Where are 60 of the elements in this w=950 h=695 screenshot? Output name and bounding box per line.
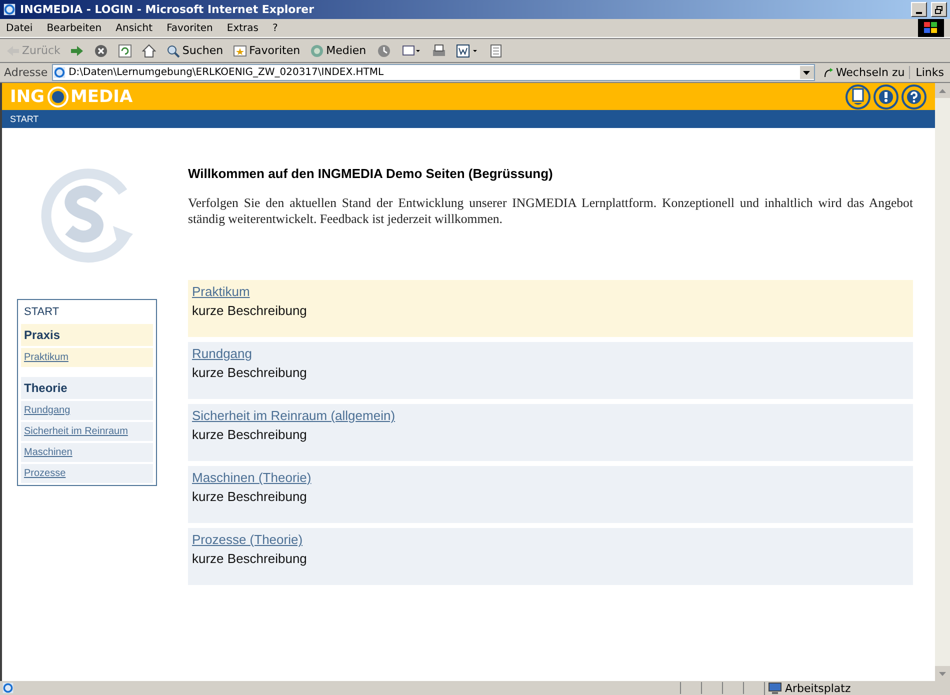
course-link[interactable]: Prozesse (Theorie) [192,532,909,547]
mail-dropdown-icon [402,44,422,58]
address-label: Adresse [4,66,48,79]
links-button[interactable]: Links [914,66,946,79]
minimize-icon [916,12,922,14]
toolbar-button[interactable]: Suchen [164,40,226,60]
intro-paragraph: Verfolgen Sie den aktuellen Stand der Entwicklung unserer INGMEDIA Lernplattform. Konzeptionell und inhaltlich wird das Angebot ständig weiterentwickelt. Feedback ist jederzeit willkommen. [188,195,913,227]
course-description: kurze Beschreibung [192,365,308,380]
minimize-button[interactable] [911,2,927,17]
sidebar-link[interactable]: Praktikum [21,348,153,367]
sidebar-link[interactable]: Sicherheit im Reinraum [21,422,153,441]
address-field[interactable]: D:\Daten\Lernumgebung\ERLKOENIG_ZW_020317\INDEX.HTML [52,64,815,81]
course-link[interactable]: Praktikum [192,284,909,299]
course-link[interactable]: Sicherheit im Reinraum (allgemein) [192,408,909,423]
forward-arrow-icon [70,44,84,56]
computer-icon [768,682,782,694]
restore-icon [935,6,943,14]
info-icon[interactable] [873,84,899,110]
menu-item[interactable]: Favoriten [166,22,213,34]
status-zone: Arbeitsplatz [785,682,851,694]
print-icon [432,44,446,58]
course-link[interactable]: Rundgang [192,346,909,361]
course-description: kurze Beschreibung [192,303,308,318]
menu-item[interactable]: Bearbeiten [46,22,102,34]
course-link[interactable]: Maschinen (Theorie) [192,470,909,485]
help-icon[interactable] [901,84,927,110]
go-button[interactable]: Wechseln zu [818,66,910,79]
ie-icon [2,682,14,694]
course-description: kurze Beschreibung [192,489,308,504]
document-icon[interactable] [845,84,871,110]
page-heading: Willkommen auf den INGMEDIA Demo Seiten (Begrüssung) [188,166,554,181]
sidebar-link[interactable]: START [21,302,153,322]
note-icon [490,44,502,58]
stop-icon [94,44,108,58]
sidebar-link[interactable]: Prozesse [21,464,153,483]
course-description: kurze Beschreibung [192,427,308,442]
menu-item[interactable]: Extras [226,22,258,34]
windows-logo-icon [918,19,944,37]
dropdown-icon[interactable] [800,66,814,79]
sidebar-link[interactable]: Maschinen [21,443,153,462]
go-arrow-icon [822,67,834,78]
toolbar-button[interactable]: Favoriten [231,40,302,60]
star-folder-icon [233,44,248,58]
refresh-icon [118,44,132,58]
ie-icon [52,66,66,79]
menu-item[interactable]: ? [272,22,278,34]
sidebar-link[interactable]: Rundgang [21,401,153,420]
home-icon [142,44,156,58]
ie-icon [3,3,16,16]
sidebar-heading: Praxis [21,324,153,346]
restore-button[interactable] [931,2,947,17]
logo: ING MEDIA [10,86,133,108]
menu-item[interactable]: Ansicht [116,22,153,34]
window-title: INGMEDIA - LOGIN - Microsoft Internet Explorer [20,3,316,16]
nav-link[interactable]: START [10,114,39,124]
course-description: kurze Beschreibung [192,551,308,566]
toolbar-button[interactable]: Medien [308,40,368,60]
search-icon [166,44,180,58]
menu-item[interactable]: Datei [6,22,33,34]
sidebar-heading: Theorie [21,377,153,399]
